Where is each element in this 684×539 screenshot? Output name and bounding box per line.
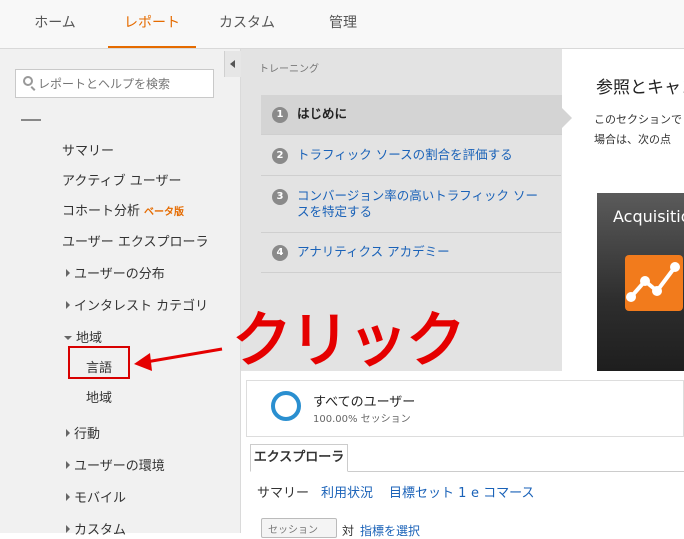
search-box[interactable]: [15, 69, 214, 98]
sidebar-item-label: カスタム: [74, 523, 127, 538]
step-label: トラフィック ソースの割合を評価する: [297, 147, 513, 162]
sidebar-item-technology[interactable]: ユーザーの環境: [66, 455, 165, 474]
tab-home[interactable]: ホーム: [14, 0, 96, 46]
select-metric-link[interactable]: 指標を選択: [360, 524, 420, 538]
sidebar-item-geo[interactable]: 地域: [64, 327, 102, 346]
segment-sessions: 100.00% セッション: [313, 414, 411, 425]
sidebar-item-behavior[interactable]: 行動: [66, 423, 100, 442]
sidebar-item-mobile[interactable]: モバイル: [66, 487, 126, 506]
segment-card[interactable]: すべてのユーザー 100.00% セッション: [246, 380, 684, 437]
analytics-logo-icon: [625, 255, 683, 311]
sidebar-item-demographics[interactable]: ユーザーの分布: [66, 263, 165, 282]
training-header: トレーニング: [259, 64, 319, 75]
tab-reports[interactable]: レポート: [108, 0, 196, 48]
sidebar-item-custom[interactable]: カスタム: [66, 519, 126, 538]
sidebar-item-cohort[interactable]: コホート分析 ベータ版: [62, 200, 184, 219]
content-description: 場合は、次の点: [594, 133, 671, 146]
search-input[interactable]: [38, 75, 208, 93]
step-number: 4: [272, 245, 288, 261]
training-content: 参照とキャン このセクションで 場合は、次の点 Acquisitio: [562, 49, 684, 371]
step-label: はじめに: [297, 106, 348, 121]
sidebar-item-label: ユーザーの環境: [74, 459, 165, 474]
expand-arrow-icon: [66, 269, 70, 277]
compare-text: 対指標を選択: [342, 522, 420, 539]
sidebar-item-summary[interactable]: サマリー: [62, 140, 114, 159]
highlight-box: [68, 346, 130, 379]
annotation-click-text: クリック: [232, 306, 466, 376]
collapse-arrow-icon: [64, 336, 72, 340]
beta-badge: ベータ版: [144, 207, 185, 218]
step-number: 3: [272, 189, 288, 205]
step-number: 1: [272, 107, 288, 123]
tab-explorer[interactable]: エクスプローラ: [250, 444, 348, 472]
expand-arrow-icon: [66, 525, 70, 533]
video-thumbnail[interactable]: Acquisitio: [597, 193, 684, 371]
expand-arrow-icon: [66, 461, 70, 469]
tab-admin[interactable]: 管理: [308, 0, 378, 46]
top-navigation: ホーム レポート カスタム 管理: [0, 0, 684, 49]
tab-customization[interactable]: カスタム: [210, 0, 284, 46]
training-step[interactable]: 2 トラフィック ソースの割合を評価する: [261, 136, 561, 176]
metric-dropdown[interactable]: セッション: [261, 518, 337, 538]
subtab-usage[interactable]: 利用状況: [321, 482, 373, 501]
sidebar-item-interests[interactable]: インタレスト カテゴリ: [66, 295, 208, 314]
expand-arrow-icon: [66, 429, 70, 437]
training-step[interactable]: 1 はじめに: [261, 95, 580, 135]
step-number: 2: [272, 148, 288, 164]
segment-ring-icon: [271, 391, 301, 421]
vs-label: 対: [342, 524, 355, 538]
search-icon: [23, 76, 33, 86]
content-title: 参照とキャン: [596, 78, 684, 98]
sidebar-item-user-explorer[interactable]: ユーザー エクスプローラ: [62, 231, 208, 250]
expand-arrow-icon: [66, 493, 70, 501]
active-step-pointer: [562, 108, 572, 128]
step-label: コンバージョン率の高いトラフィック ソースを特定する: [297, 188, 538, 219]
dropdown-value: セッション: [268, 525, 318, 536]
sidebar-item-label: 行動: [74, 427, 101, 442]
content-description: このセクションで: [594, 113, 682, 126]
training-step[interactable]: 4 アナリティクス アカデミー: [261, 233, 561, 273]
sidebar-grip-icon: [21, 119, 41, 121]
training-step[interactable]: 3 コンバージョン率の高いトラフィック ソースを特定する: [261, 177, 561, 233]
subtab-goal-set[interactable]: 目標セット 1: [389, 482, 466, 501]
expand-arrow-icon: [66, 301, 70, 309]
sidebar-item-label: ユーザーの分布: [74, 267, 165, 282]
sidebar-item-label: 地域: [76, 331, 103, 346]
sidebar-item-cohort-label: コホート分析: [62, 204, 141, 219]
segment-name: すべてのユーザー: [313, 395, 416, 410]
sidebar-item-active-users[interactable]: アクティブ ユーザー: [62, 170, 181, 189]
collapse-sidebar-button[interactable]: [224, 51, 241, 77]
analytics-chart-icon: [626, 262, 680, 302]
sidebar-item-label: モバイル: [74, 491, 127, 506]
subtab-ecommerce[interactable]: e コマース: [471, 482, 534, 501]
subtab-summary[interactable]: サマリー: [257, 482, 309, 501]
sidebar-item-label: インタレスト カテゴリ: [74, 299, 209, 314]
step-label: アナリティクス アカデミー: [297, 244, 450, 259]
sidebar-item-location[interactable]: 地域: [86, 387, 112, 406]
video-title: Acquisitio: [613, 207, 684, 226]
